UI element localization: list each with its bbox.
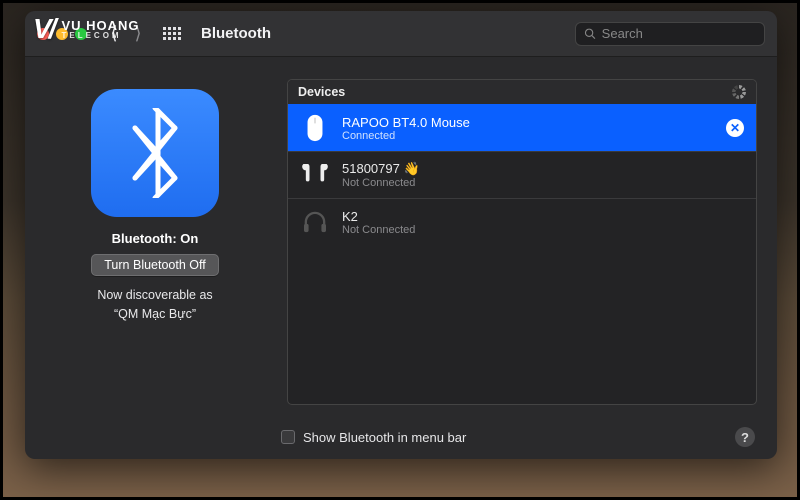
device-name: 51800797👋	[342, 161, 420, 177]
titlebar: ⟨ ⟩ Bluetooth	[25, 11, 777, 57]
device-status: Not Connected	[342, 224, 415, 236]
device-name: RAPOO BT4.0 Mouse	[342, 115, 470, 130]
menubar-checkbox[interactable]	[281, 430, 295, 444]
zoom-window-button[interactable]	[75, 28, 87, 40]
left-panel: Bluetooth: On Turn Bluetooth Off Now dis…	[45, 79, 265, 405]
devices-panel: Devices RAPOO BT4.0 Mouse Connected ✕	[287, 79, 757, 405]
search-input[interactable]	[602, 26, 756, 41]
window-title: Bluetooth	[201, 25, 271, 42]
window-controls	[37, 28, 87, 40]
show-all-icon[interactable]	[163, 27, 181, 40]
nav-arrows: ⟨ ⟩	[105, 23, 147, 44]
footer-bar: Show Bluetooth in menu bar ?	[25, 415, 777, 459]
device-status: Connected	[342, 130, 470, 142]
scanning-spinner-icon	[732, 85, 746, 99]
device-row[interactable]: 51800797👋 Not Connected	[288, 151, 756, 198]
content-body: Bluetooth: On Turn Bluetooth Off Now dis…	[25, 57, 777, 415]
search-icon	[584, 27, 596, 40]
device-status: Not Connected	[342, 177, 420, 189]
wave-emoji-icon: 👋	[404, 161, 420, 176]
menubar-checkbox-label: Show Bluetooth in menu bar	[303, 430, 466, 445]
device-row[interactable]: RAPOO BT4.0 Mouse Connected ✕	[288, 104, 756, 151]
back-button[interactable]: ⟨	[105, 23, 123, 44]
desktop-background: ⟨ ⟩ Bluetooth Bluetooth: On Turn Bl	[0, 0, 800, 500]
devices-header-label: Devices	[298, 85, 345, 99]
search-field[interactable]	[575, 22, 765, 46]
mouse-icon	[300, 113, 330, 143]
airpods-icon	[300, 160, 330, 190]
minimize-window-button[interactable]	[56, 28, 68, 40]
toggle-bluetooth-button[interactable]: Turn Bluetooth Off	[91, 254, 218, 276]
device-row[interactable]: K2 Not Connected	[288, 198, 756, 245]
headphones-icon	[300, 207, 330, 237]
forward-button: ⟩	[129, 23, 147, 44]
remove-device-button[interactable]: ✕	[726, 119, 744, 137]
devices-header: Devices	[288, 80, 756, 104]
close-window-button[interactable]	[37, 28, 49, 40]
device-name: K2	[342, 209, 415, 224]
bluetooth-status: Bluetooth: On	[112, 231, 199, 246]
preferences-window: ⟨ ⟩ Bluetooth Bluetooth: On Turn Bl	[25, 11, 777, 459]
bluetooth-icon	[91, 89, 219, 217]
discoverable-text: Now discoverable as “QM Mạc Bực”	[97, 286, 212, 324]
help-button[interactable]: ?	[735, 427, 755, 447]
